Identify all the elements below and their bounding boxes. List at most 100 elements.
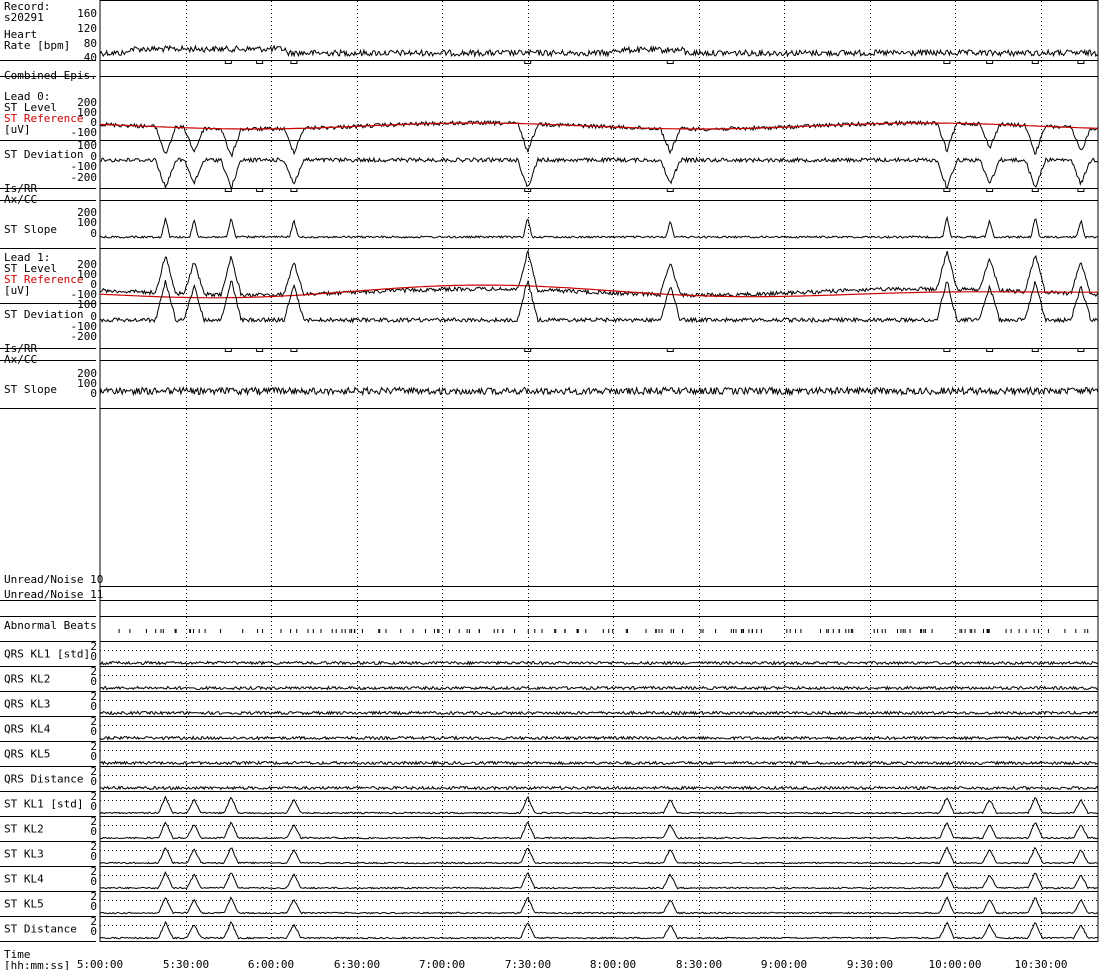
x-tick-label: 9:00:00 xyxy=(761,958,807,970)
episode-marker xyxy=(666,348,674,352)
episode-marker xyxy=(256,188,264,192)
episode-marker xyxy=(524,188,532,192)
row-label-l0_level: [uV] xyxy=(4,123,31,136)
chart-svg: Record:s20291HeartRate [bpm]1601208040Co… xyxy=(0,0,1099,970)
episode-marker xyxy=(1031,188,1039,192)
row-label-skl5: ST KL5 xyxy=(4,898,44,911)
row-label-sdist: ST Distance xyxy=(4,923,77,936)
x-tick-label: 9:30:00 xyxy=(847,958,893,970)
y-tick-skl1: 0 xyxy=(90,800,97,813)
row-label-abn: Abnormal Beats xyxy=(4,619,97,632)
st-slope-series-lead0 xyxy=(99,215,1099,240)
st-deviation-series-lead0 xyxy=(99,156,1099,190)
row-label-hr: Rate [bpm] xyxy=(4,39,70,52)
y-tick-l0_slope: 0 xyxy=(90,227,97,240)
episode-marker xyxy=(290,60,298,64)
row-label-qkl5: QRS KL5 xyxy=(4,748,50,761)
row-label-skl2: ST KL2 xyxy=(4,823,44,836)
st-analysis-chart: Record: s20291 Heart Rate [bpm] 160 120 80 40 Co… xyxy=(0,0,1100,970)
x-axis-unit: [hh:mm:ss] xyxy=(4,959,70,970)
episode-marker xyxy=(256,60,264,64)
episode-marker xyxy=(1077,348,1085,352)
row-label-qkl4: QRS KL4 xyxy=(4,723,51,736)
kl-series-skl1 xyxy=(99,795,1099,815)
row-label-noise10: Unread/Noise 10 xyxy=(4,573,103,586)
y-tick-qkl5: 0 xyxy=(90,750,97,763)
row-label-skl4: ST KL4 xyxy=(4,873,44,886)
record-id: s20291 xyxy=(4,11,44,24)
kl-series-qdist xyxy=(99,785,1099,791)
episode-marker xyxy=(986,60,994,64)
st-deviation-series-lead1 xyxy=(100,279,1099,324)
y-tick-skl4: 0 xyxy=(90,875,97,888)
row-label-l1_isrr: Ax/CC xyxy=(4,353,37,366)
y-tick-qkl2: 0 xyxy=(90,675,97,688)
x-tick-label: 7:30:00 xyxy=(505,958,551,970)
episode-marker xyxy=(943,188,951,192)
row-label-noise11: Unread/Noise 11 xyxy=(4,588,103,601)
kl-series-skl5 xyxy=(99,896,1099,915)
episode-marker xyxy=(666,60,674,64)
episode-marker xyxy=(224,348,232,352)
episode-marker xyxy=(1077,188,1085,192)
y-tick-sdist: 0 xyxy=(90,925,97,938)
episode-marker xyxy=(943,348,951,352)
y-tick-hr: 120 xyxy=(77,22,97,35)
y-tick-l0_level: -100 xyxy=(71,126,98,139)
y-tick-qdist: 0 xyxy=(90,775,97,788)
x-tick-label: 7:00:00 xyxy=(419,958,465,970)
episode-marker xyxy=(666,188,674,192)
heart-rate-series xyxy=(99,44,1099,58)
x-tick-label: 8:30:00 xyxy=(676,958,722,970)
x-tick-label: 10:30:00 xyxy=(1015,958,1068,970)
y-tick-hr: 40 xyxy=(84,51,97,64)
row-label-epis: Combined Epis. xyxy=(4,69,97,82)
row-label-l1_slope: ST Slope xyxy=(4,383,57,396)
kl-series-qkl2 xyxy=(99,685,1099,691)
row-label-qkl2: QRS KL2 xyxy=(4,673,50,686)
row-label-l1_level: [uV] xyxy=(4,284,31,297)
episode-marker xyxy=(1031,348,1039,352)
row-label-qdist: QRS Distance xyxy=(4,773,83,786)
episode-marker xyxy=(224,188,232,192)
episode-marker xyxy=(290,188,298,192)
episode-marker xyxy=(986,188,994,192)
episode-marker xyxy=(943,60,951,64)
kl-series-skl4 xyxy=(99,871,1099,890)
kl-series-sdist xyxy=(99,920,1099,940)
x-tick-label: 5:30:00 xyxy=(163,958,209,970)
y-tick-l1_slope: 0 xyxy=(90,387,97,400)
episode-marker xyxy=(524,60,532,64)
row-label-qkl1: QRS KL1 [std] xyxy=(4,648,90,661)
episode-marker xyxy=(256,348,264,352)
x-tick-label: 10:00:00 xyxy=(929,958,982,970)
row-label-skl1: ST KL1 [std] xyxy=(4,798,83,811)
y-tick-l0_dev: -200 xyxy=(71,171,98,184)
row-label-qkl3: QRS KL3 xyxy=(4,698,50,711)
y-tick-qkl4: 0 xyxy=(90,725,97,738)
y-tick-hr: 160 xyxy=(77,7,97,20)
episode-marker xyxy=(1031,60,1039,64)
episode-marker xyxy=(290,348,298,352)
y-tick-skl5: 0 xyxy=(90,900,97,913)
episode-marker xyxy=(986,348,994,352)
y-tick-qkl1: 0 xyxy=(90,650,97,663)
y-tick-hr: 80 xyxy=(84,37,97,50)
kl-series-qkl5 xyxy=(100,760,1099,766)
episode-marker xyxy=(224,60,232,64)
episode-marker xyxy=(1077,60,1085,64)
row-label-l0_isrr: Ax/CC xyxy=(4,193,37,206)
st-slope-series-lead1 xyxy=(99,385,1099,397)
kl-series-qkl1 xyxy=(99,660,1099,666)
y-tick-skl2: 0 xyxy=(90,825,97,838)
kl-series-qkl3 xyxy=(99,710,1099,716)
kl-series-skl2 xyxy=(99,821,1099,840)
x-tick-label: 5:00:00 xyxy=(77,958,123,970)
kl-series-skl3 xyxy=(99,846,1099,865)
x-tick-label: 6:00:00 xyxy=(248,958,294,970)
x-tick-label: 6:30:00 xyxy=(334,958,380,970)
y-tick-l1_dev: -200 xyxy=(71,330,98,343)
kl-series-qkl4 xyxy=(99,735,1099,741)
row-label-l0_slope: ST Slope xyxy=(4,223,57,236)
episode-marker xyxy=(524,348,532,352)
